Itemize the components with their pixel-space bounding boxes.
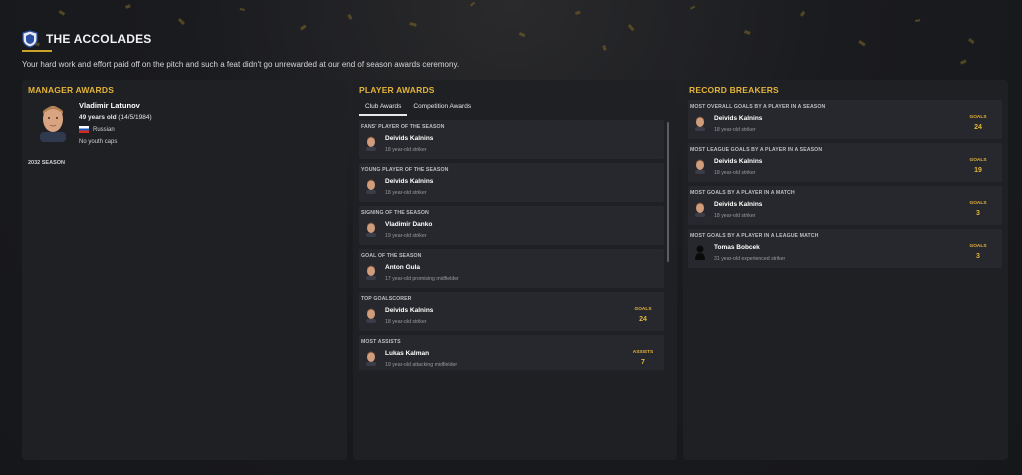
award-title: MOST GOALS BY A PLAYER IN A LEAGUE MATCH: [690, 233, 819, 239]
award-tabs: Club Awards Competition Awards: [359, 100, 477, 116]
player-description: 17 year-old promising midfielder: [385, 276, 459, 282]
player-description: 18 year-old striker: [385, 319, 427, 325]
player-description: 18 year-old striker: [385, 147, 427, 153]
award-title: SIGNING OF THE SEASON: [361, 210, 429, 216]
stat-label: ASSISTS: [632, 350, 654, 355]
panel-title: RECORD BREAKERS: [689, 85, 779, 95]
award-title: MOST OVERALL GOALS BY A PLAYER IN A SEAS…: [690, 104, 826, 110]
russia-flag-icon: [79, 126, 89, 133]
stat-label: GOALS: [969, 158, 987, 163]
manager-age: 49 years old (14/5/1984): [79, 114, 152, 121]
record-card: MOST LEAGUE GOALS BY A PLAYER IN A SEASO…: [688, 143, 1002, 182]
page-subtitle: Your hard work and effort paid off on th…: [22, 60, 460, 69]
stat-value: 24: [639, 316, 647, 323]
player-photo: [695, 116, 705, 131]
title-underline: [22, 50, 52, 52]
player-photo: [366, 351, 376, 366]
award-title: GOAL OF THE SEASON: [361, 253, 422, 259]
manager-awards-panel: MANAGER AWARDS Vladimir Latunov 49 years…: [22, 80, 347, 460]
club-crest-icon: [22, 30, 38, 48]
record-breakers-panel: RECORD BREAKERS MOST OVERALL GOALS BY A …: [683, 80, 1008, 460]
stat-value: 3: [976, 253, 980, 260]
stat-value: 3: [976, 210, 980, 217]
award-title: FANS' PLAYER OF THE SEASON: [361, 124, 445, 130]
player-description: 19 year-old striker: [385, 233, 427, 239]
stat-label: GOALS: [969, 244, 987, 249]
award-list: FANS' PLAYER OF THE SEASON Deivids Kalnin…: [359, 120, 664, 370]
manager-nationality: Russian: [79, 126, 115, 133]
player-name[interactable]: Lukas Kalman: [385, 350, 429, 357]
award-title: MOST LEAGUE GOALS BY A PLAYER IN A SEASO…: [690, 147, 823, 153]
record-card: MOST OVERALL GOALS BY A PLAYER IN A SEAS…: [688, 100, 1002, 139]
player-name[interactable]: Deivids Kalnins: [385, 135, 433, 142]
stat-value: 24: [974, 124, 982, 131]
player-description: 18 year-old striker: [714, 170, 756, 176]
award-card: MOST ASSISTS Lukas Kalman 19 year-old atta…: [359, 335, 664, 370]
player-description: 18 year-old striker: [714, 127, 756, 133]
award-title: YOUNG PLAYER OF THE SEASON: [361, 167, 449, 173]
page-title: THE ACCOLADES: [46, 32, 152, 46]
award-card: FANS' PLAYER OF THE SEASON Deivids Kalnin…: [359, 120, 664, 159]
manager-photo: [40, 106, 66, 142]
award-card: SIGNING OF THE SEASON Vladimir Danko 19 ye…: [359, 206, 664, 245]
award-title: TOP GOALSCORER: [361, 296, 412, 302]
panel-title: MANAGER AWARDS: [28, 85, 115, 95]
player-description: 19 year-old attacking midfielder: [385, 362, 458, 368]
player-awards-panel: PLAYER AWARDS Club Awards Competition Aw…: [353, 80, 677, 460]
player-photo: [366, 179, 376, 194]
player-name[interactable]: Tomas Bobcek: [714, 244, 760, 251]
tab-competition-awards[interactable]: Competition Awards: [407, 100, 477, 116]
award-title: MOST GOALS BY A PLAYER IN A MATCH: [690, 190, 795, 196]
stat-label: GOALS: [969, 115, 987, 120]
stat-value: 19: [974, 167, 982, 174]
player-photo: [695, 159, 705, 174]
record-list: MOST OVERALL GOALS BY A PLAYER IN A SEAS…: [688, 100, 1002, 272]
award-card: GOAL OF THE SEASON Anton Gula 17 year-old …: [359, 249, 664, 288]
award-card: YOUNG PLAYER OF THE SEASON Deivids Kalnin…: [359, 163, 664, 202]
player-name[interactable]: Deivids Kalnins: [714, 201, 762, 208]
player-photo: [366, 136, 376, 151]
player-silhouette-icon: [695, 245, 705, 260]
player-description: 18 year-old striker: [385, 190, 427, 196]
award-title: MOST ASSISTS: [361, 339, 401, 345]
player-photo: [695, 202, 705, 217]
tab-club-awards[interactable]: Club Awards: [359, 100, 408, 116]
record-card: MOST GOALS BY A PLAYER IN A LEAGUE MATCH…: [688, 229, 1002, 268]
player-name[interactable]: Deivids Kalnins: [714, 158, 762, 165]
player-photo: [366, 265, 376, 280]
player-photo: [366, 308, 376, 323]
player-name[interactable]: Anton Gula: [385, 264, 420, 271]
player-name[interactable]: Deivids Kalnins: [385, 178, 433, 185]
stat-value: 7: [641, 359, 645, 366]
manager-name[interactable]: Vladimir Latunov: [79, 101, 140, 110]
season-label: 2032 SEASON: [28, 160, 65, 166]
player-name[interactable]: Deivids Kalnins: [714, 115, 762, 122]
stat-label: GOALS: [969, 201, 987, 206]
player-name[interactable]: Vladimir Danko: [385, 221, 432, 228]
award-card: TOP GOALSCORER Deivids Kalnins 18 year-old…: [359, 292, 664, 331]
player-description: 31 year-old experienced striker: [714, 256, 786, 262]
stat-label: GOALS: [634, 307, 652, 312]
player-description: 18 year-old striker: [714, 213, 756, 219]
record-card: MOST GOALS BY A PLAYER IN A MATCH Deivids…: [688, 186, 1002, 225]
scrollbar[interactable]: [667, 122, 669, 262]
panel-title: PLAYER AWARDS: [359, 85, 435, 95]
player-photo: [366, 222, 376, 237]
manager-caps: No youth caps: [79, 139, 118, 145]
player-name[interactable]: Deivids Kalnins: [385, 307, 433, 314]
page-header: THE ACCOLADES: [22, 30, 152, 48]
